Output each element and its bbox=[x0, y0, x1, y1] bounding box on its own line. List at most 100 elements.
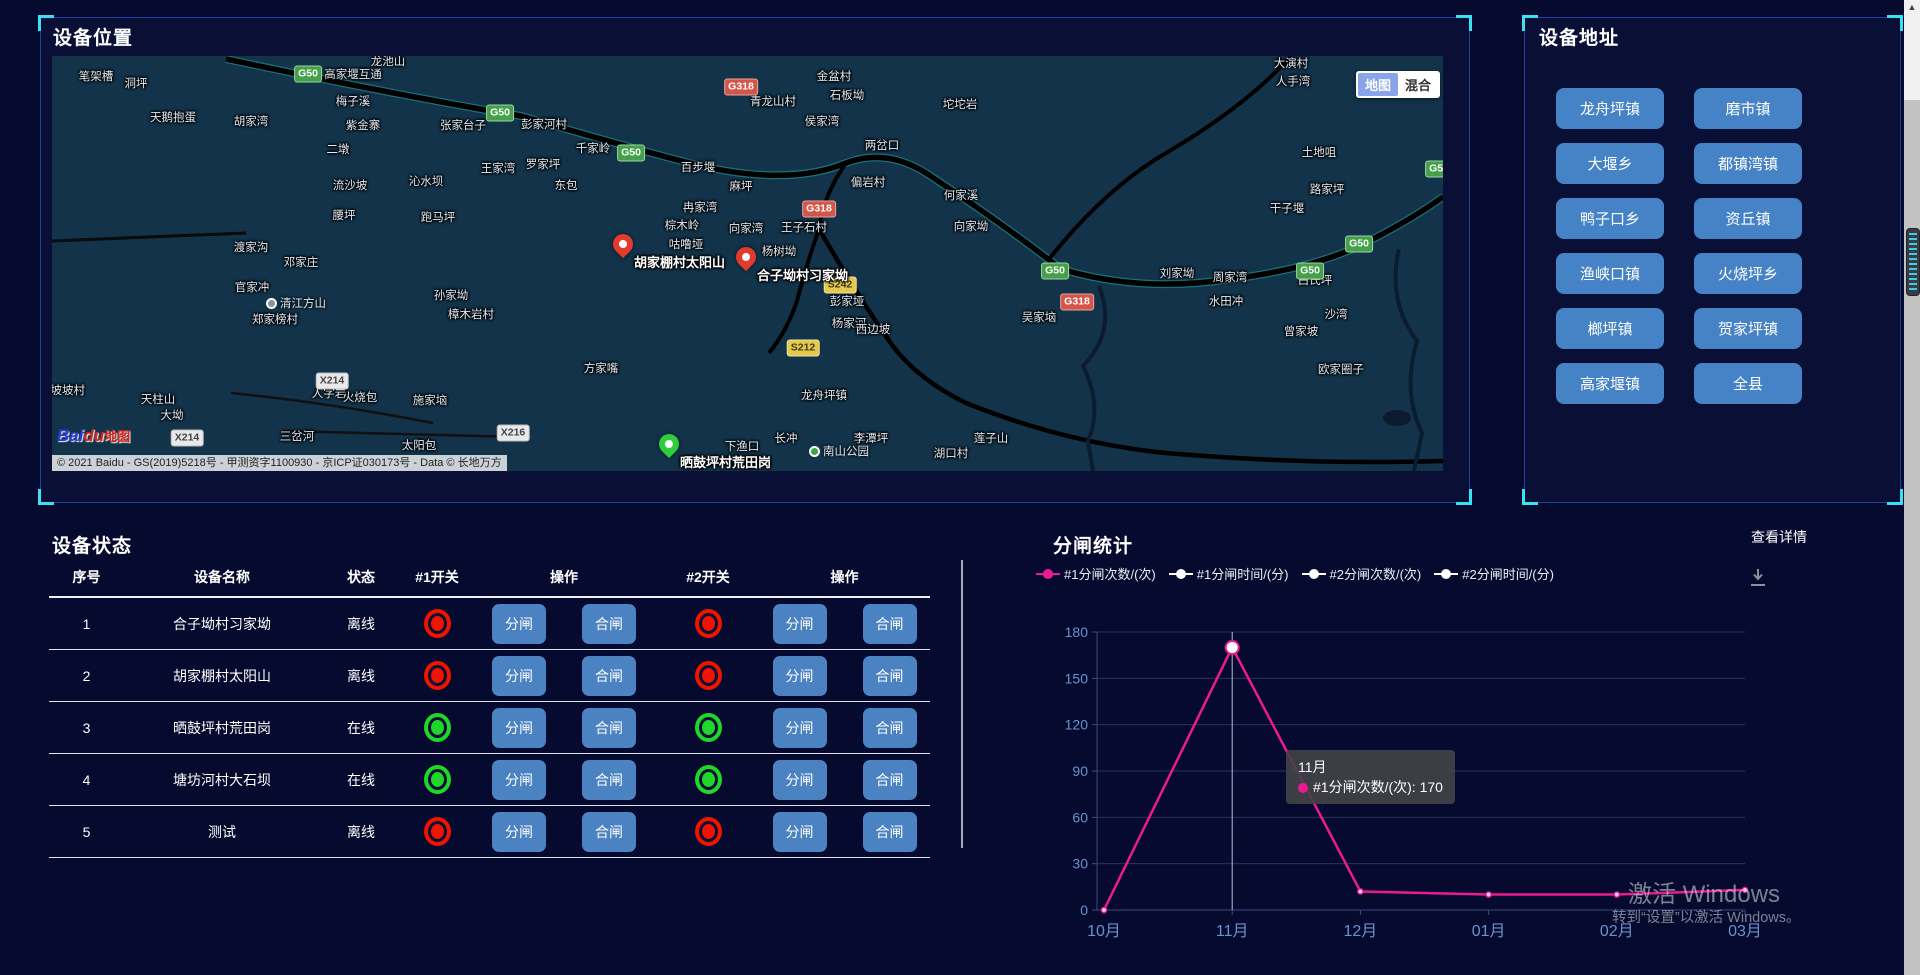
legend-item-active[interactable]: #1分闸次数/(次) bbox=[1036, 564, 1156, 583]
table-scrollbar[interactable] bbox=[961, 560, 963, 848]
address-button-榔坪镇[interactable]: 榔坪镇 bbox=[1556, 308, 1664, 349]
legend-item[interactable]: #2分闸次数/(次) bbox=[1302, 564, 1422, 583]
column-header-4: 操作 bbox=[472, 567, 656, 587]
device-address-panel: 设备地址 龙舟坪镇磨市镇大堰乡都镇湾镇鸭子口乡资丘镇渔峡口镇火烧坪乡榔坪镇贺家坪… bbox=[1524, 17, 1901, 503]
map-place-label: 土地咀 bbox=[1302, 144, 1337, 160]
device-location-title: 设备位置 bbox=[53, 23, 133, 50]
chart-tooltip: 11月 #1分闸次数/(次): 170 bbox=[1286, 750, 1455, 804]
cell-device-name: 晒鼓坪村荒田岗 bbox=[124, 718, 320, 738]
chart-legend: #1分闸次数/(次)#1分闸时间/(分)#2分闸次数/(次)#2分闸时间/(分) bbox=[1080, 564, 1510, 583]
scrollbar-thumb[interactable] bbox=[1906, 228, 1920, 296]
cell-switch2 bbox=[656, 765, 760, 794]
view-details-link[interactable]: 查看详情 bbox=[1751, 527, 1807, 547]
road-badge-g318: G318 bbox=[1060, 294, 1094, 311]
cell-ops2: 分闸合闸 bbox=[760, 760, 929, 800]
map-place-label: 王家湾 bbox=[481, 160, 516, 176]
map-type-toggle[interactable]: 地图 混合 bbox=[1356, 71, 1440, 98]
road-badge-g50: G50 bbox=[1296, 263, 1324, 280]
poi-icon bbox=[809, 446, 820, 457]
download-icon[interactable] bbox=[1748, 566, 1768, 593]
cell-ops2: 分闸合闸 bbox=[760, 656, 929, 696]
address-button-龙舟坪镇[interactable]: 龙舟坪镇 bbox=[1556, 88, 1664, 129]
svg-text:01月: 01月 bbox=[1472, 923, 1506, 940]
cell-switch1 bbox=[402, 765, 472, 794]
address-button-磨市镇[interactable]: 磨市镇 bbox=[1694, 88, 1802, 129]
map-place-label: 阴坡坡村 bbox=[52, 382, 85, 398]
open-switch1-button[interactable]: 分闸 bbox=[492, 656, 546, 696]
device-status-table: 序号设备名称状态#1开关操作#2开关操作1合子坳村习家坳离线分闸合闸分闸合闸2胡… bbox=[49, 558, 930, 858]
table-row: 4塘坊河村大石坝在线分闸合闸分闸合闸 bbox=[49, 754, 930, 806]
close-switch1-button[interactable]: 合闸 bbox=[582, 656, 636, 696]
open-switch1-button[interactable]: 分闸 bbox=[492, 812, 546, 852]
open-switch2-button[interactable]: 分闸 bbox=[773, 708, 827, 748]
map-poi: 清江方山 bbox=[266, 295, 326, 311]
close-switch2-button[interactable]: 合闸 bbox=[863, 604, 917, 644]
map-type-hybrid[interactable]: 混合 bbox=[1398, 73, 1438, 96]
address-button-贺家坪镇[interactable]: 贺家坪镇 bbox=[1694, 308, 1802, 349]
baidu-map[interactable]: 笔架槽洞坪天鹅抱蛋胡家湾高家堰互通梅子溪紫金寨二墩龙池山张家台子彭家河村千家岭王… bbox=[52, 56, 1443, 471]
table-row: 1合子坳村习家坳离线分闸合闸分闸合闸 bbox=[49, 598, 930, 650]
map-type-map[interactable]: 地图 bbox=[1358, 73, 1398, 96]
tooltip-category: 11月 bbox=[1298, 757, 1443, 777]
map-marker-label: 晒鼓坪村荒田岗 bbox=[680, 452, 771, 471]
close-switch1-button[interactable]: 合闸 bbox=[582, 812, 636, 852]
legend-item[interactable]: #2分闸时间/(分) bbox=[1434, 564, 1554, 583]
map-place-label: 咕噜垭 bbox=[669, 236, 704, 252]
address-button-火烧坪乡[interactable]: 火烧坪乡 bbox=[1694, 253, 1802, 294]
svg-text:60: 60 bbox=[1072, 809, 1088, 825]
close-switch1-button[interactable]: 合闸 bbox=[582, 760, 636, 800]
device-address-title: 设备地址 bbox=[1539, 23, 1619, 50]
open-switch2-button[interactable]: 分闸 bbox=[773, 812, 827, 852]
close-switch2-button[interactable]: 合闸 bbox=[863, 760, 917, 800]
open-switch2-button[interactable]: 分闸 bbox=[773, 760, 827, 800]
close-switch1-button[interactable]: 合闸 bbox=[582, 708, 636, 748]
legend-item[interactable]: #1分闸时间/(分) bbox=[1169, 564, 1289, 583]
corner-decoration bbox=[1456, 489, 1472, 505]
road-badge-g50: G50 bbox=[294, 66, 322, 83]
switch2-indicator-green bbox=[695, 713, 722, 742]
map-place-label: 天鹅抱蛋 bbox=[150, 109, 196, 125]
close-switch2-button[interactable]: 合闸 bbox=[863, 656, 917, 696]
cell-ops2: 分闸合闸 bbox=[760, 604, 929, 644]
map-place-label: 胡家湾 bbox=[234, 113, 269, 129]
open-switch1-button[interactable]: 分闸 bbox=[492, 760, 546, 800]
table-row: 5测试离线分闸合闸分闸合闸 bbox=[49, 806, 930, 858]
road-badge-g318: G318 bbox=[802, 201, 836, 218]
switch1-indicator-red bbox=[424, 661, 451, 690]
road-badge-x214: X214 bbox=[171, 430, 204, 447]
road-badge-x214: X214 bbox=[316, 373, 349, 390]
open-switch1-button[interactable]: 分闸 bbox=[492, 708, 546, 748]
map-place-label: 跑马坪 bbox=[421, 209, 456, 225]
address-button-渔峡口镇[interactable]: 渔峡口镇 bbox=[1556, 253, 1664, 294]
address-button-都镇湾镇[interactable]: 都镇湾镇 bbox=[1694, 143, 1802, 184]
address-button-全县[interactable]: 全县 bbox=[1694, 363, 1802, 404]
open-switch2-button[interactable]: 分闸 bbox=[773, 656, 827, 696]
address-button-鸭子口乡[interactable]: 鸭子口乡 bbox=[1556, 198, 1664, 239]
address-button-高家堰镇[interactable]: 高家堰镇 bbox=[1556, 363, 1664, 404]
map-place-label: 彭家河村 bbox=[521, 116, 567, 132]
cell-ops1: 分闸合闸 bbox=[472, 708, 656, 748]
close-switch2-button[interactable]: 合闸 bbox=[863, 708, 917, 748]
map-place-label: 龙池山 bbox=[371, 56, 406, 69]
address-button-大堰乡[interactable]: 大堰乡 bbox=[1556, 143, 1664, 184]
map-place-label: 彭家垭 bbox=[830, 293, 865, 309]
corner-decoration bbox=[1522, 15, 1538, 31]
windows-activation-hint: 转到“设置”以激活 Windows。 bbox=[1612, 906, 1801, 927]
page-scrollbar[interactable]: ▲ bbox=[1904, 0, 1920, 975]
address-button-资丘镇[interactable]: 资丘镇 bbox=[1694, 198, 1802, 239]
open-switch1-button[interactable]: 分闸 bbox=[492, 604, 546, 644]
map-place-label: 向家湾 bbox=[729, 220, 764, 236]
map-place-label: 笔架槽 bbox=[79, 68, 114, 84]
scrollbar-up-arrow[interactable]: ▲ bbox=[1904, 2, 1920, 12]
map-marker-label: 合子坳村习家坳 bbox=[757, 265, 848, 284]
open-switch2-button[interactable]: 分闸 bbox=[773, 604, 827, 644]
map-place-label: 龙舟坪镇 bbox=[801, 387, 847, 403]
poi-icon bbox=[266, 298, 277, 309]
legend-marker-icon bbox=[1434, 568, 1458, 580]
map-place-label: 水田冲 bbox=[1209, 293, 1244, 309]
cell-ops1: 分闸合闸 bbox=[472, 656, 656, 696]
close-switch1-button[interactable]: 合闸 bbox=[582, 604, 636, 644]
device-location-panel: 设备位置 笔架槽洞坪天鹅抱蛋胡家湾高家堰互通梅子溪紫金寨二墩龙池山张家台子彭家河… bbox=[40, 17, 1470, 503]
close-switch2-button[interactable]: 合闸 bbox=[863, 812, 917, 852]
map-place-label: 金盆村 bbox=[817, 68, 852, 84]
